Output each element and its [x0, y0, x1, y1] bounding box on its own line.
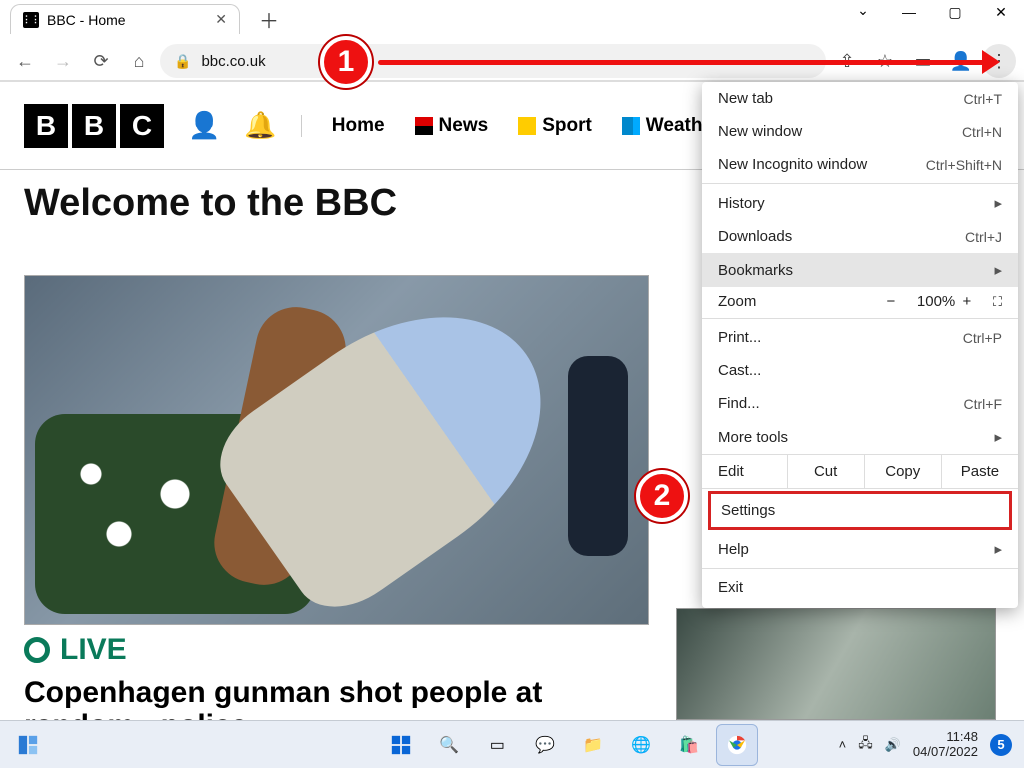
secondary-story-image[interactable]: [676, 608, 996, 720]
notifications-bell-icon[interactable]: 🔔: [244, 110, 276, 141]
account-icon[interactable]: 👤: [188, 110, 220, 141]
sport-icon: [518, 117, 536, 135]
menu-exit[interactable]: Exit: [702, 571, 1018, 604]
bbc-logo[interactable]: B B C: [24, 104, 164, 148]
tab-title: BBC - Home: [47, 12, 126, 28]
forward-button[interactable]: →: [46, 44, 80, 78]
menu-edit-row: Edit Cut Copy Paste: [702, 454, 1018, 489]
menu-edit-label: Edit: [702, 455, 787, 488]
menu-copy[interactable]: Copy: [864, 455, 941, 488]
close-window-button[interactable]: [978, 0, 1024, 24]
zoom-in-button[interactable]: +: [955, 293, 979, 310]
menu-help[interactable]: Help: [702, 532, 1018, 566]
back-button[interactable]: ←: [8, 44, 42, 78]
clock[interactable]: 11:48 04/07/2022: [913, 730, 978, 759]
menu-history[interactable]: History: [702, 186, 1018, 220]
annotation-arrow-head: [982, 50, 1000, 74]
menu-new-tab[interactable]: New tabCtrl+T: [702, 82, 1018, 115]
annotation-step-1: 1: [320, 36, 372, 88]
store-app-icon[interactable]: 🛍️: [668, 724, 710, 766]
menu-downloads[interactable]: DownloadsCtrl+J: [702, 220, 1018, 253]
system-tray: ˄ 🖧 🔊 11:48 04/07/2022 5: [839, 730, 1024, 759]
home-button[interactable]: ⌂: [122, 44, 156, 78]
favicon-bbc-icon: ⋮⋮: [23, 12, 39, 28]
volume-icon[interactable]: 🔊: [885, 737, 901, 753]
annotation-arrow: [378, 60, 992, 65]
main-nav: Home News Sport Weather: [301, 115, 769, 137]
notification-badge[interactable]: 5: [990, 734, 1012, 756]
menu-print[interactable]: Print...Ctrl+P: [702, 321, 1018, 354]
live-label: LIVE: [60, 633, 127, 666]
reload-button[interactable]: ⟳: [84, 44, 118, 78]
network-icon[interactable]: 🖧: [858, 734, 873, 756]
minimize-button[interactable]: [886, 0, 932, 24]
menu-settings[interactable]: Settings: [708, 491, 1012, 530]
close-tab-button[interactable]: ✕: [215, 11, 227, 28]
chrome-app-icon[interactable]: [716, 724, 758, 766]
menu-more-tools[interactable]: More tools: [702, 420, 1018, 454]
menu-incognito[interactable]: New Incognito windowCtrl+Shift+N: [702, 148, 1018, 181]
zoom-level: 100%: [917, 293, 941, 310]
taskbar: 🔍 ▭ 💬 📁 🌐 🛍️ ˄ 🖧 🔊 11:48 04/07/2022 5: [0, 720, 1024, 768]
task-view-button[interactable]: ▭: [476, 724, 518, 766]
chat-app-icon[interactable]: 💬: [524, 724, 566, 766]
tab-strip: ⋮⋮ BBC - Home ✕ ＋: [10, 4, 284, 34]
annotation-step-2: 2: [636, 470, 688, 522]
lock-icon: 🔒: [174, 53, 191, 70]
tab-search-dropdown[interactable]: [840, 0, 886, 24]
menu-cut[interactable]: Cut: [787, 455, 864, 488]
search-button[interactable]: 🔍: [428, 724, 470, 766]
file-explorer-icon[interactable]: 📁: [572, 724, 614, 766]
news-icon: [415, 117, 433, 135]
hero-story[interactable]: LIVE Copenhagen gunman shot people at ra…: [24, 275, 649, 742]
url-text: bbc.co.uk: [201, 53, 265, 70]
hero-image: [24, 275, 649, 625]
menu-cast[interactable]: Cast...: [702, 354, 1018, 387]
widgets-icon: [17, 734, 39, 756]
menu-new-window[interactable]: New windowCtrl+N: [702, 115, 1018, 148]
chrome-menu: New tabCtrl+T New windowCtrl+N New Incog…: [702, 82, 1018, 608]
menu-zoom: Zoom − 100% + ⛶: [702, 287, 1018, 316]
taskbar-center: 🔍 ▭ 💬 📁 🌐 🛍️: [300, 724, 839, 766]
maximize-button[interactable]: [932, 0, 978, 24]
edge-browser-icon[interactable]: 🌐: [620, 724, 662, 766]
new-tab-button[interactable]: ＋: [254, 4, 284, 34]
fullscreen-button[interactable]: ⛶: [993, 294, 1002, 310]
nav-news[interactable]: News: [415, 115, 489, 137]
zoom-out-button[interactable]: −: [879, 293, 903, 310]
weather-icon: [622, 117, 640, 135]
nav-sport[interactable]: Sport: [518, 115, 592, 137]
nav-home[interactable]: Home: [332, 115, 385, 137]
browser-tab[interactable]: ⋮⋮ BBC - Home ✕: [10, 4, 240, 34]
menu-bookmarks[interactable]: Bookmarks: [702, 253, 1018, 287]
tray-chevron-icon[interactable]: ˄: [839, 737, 847, 752]
start-button[interactable]: [380, 724, 422, 766]
window-controls: [840, 0, 1024, 24]
widgets-button[interactable]: [8, 725, 48, 765]
live-indicator-icon: [24, 637, 50, 663]
menu-find[interactable]: Find...Ctrl+F: [702, 387, 1018, 420]
menu-paste[interactable]: Paste: [941, 455, 1018, 488]
